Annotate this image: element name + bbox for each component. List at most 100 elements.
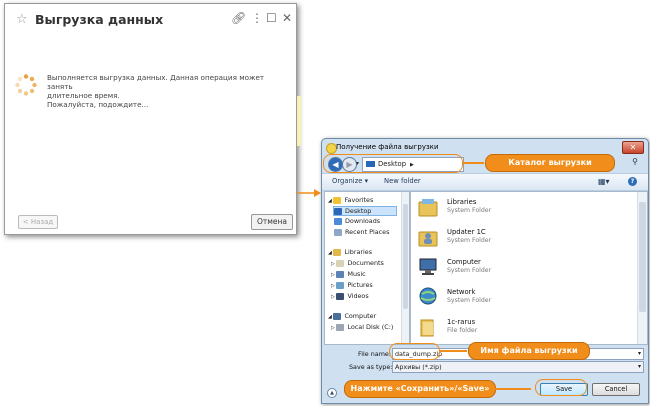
file-type: File folder: [447, 327, 478, 334]
tree-label: Music: [347, 270, 366, 278]
file-name-highlight: [389, 343, 440, 360]
spinner-icon: [15, 74, 37, 96]
save-dialog-cancel-button[interactable]: Cancel: [592, 383, 640, 396]
tree-label: Local Disk (C:): [347, 323, 394, 331]
navigation-scrollbar[interactable]: [401, 192, 409, 344]
export-dialog: ☆ Выгрузка данных 🔗︎ ⋮ ☐ ✕ Выполняется в…: [4, 3, 297, 235]
chevron-down-icon[interactable]: ▾: [638, 362, 641, 372]
file-name-arrow: [439, 350, 467, 352]
save-file-dialog: Получение файла выгрузки ✕ ◀ ▶ ▾ Desktop…: [321, 138, 649, 404]
tree-label: Computer: [344, 312, 377, 320]
file-type: System Folder: [447, 237, 492, 244]
libraries-icon: [418, 199, 438, 217]
tree-label: Libraries: [344, 248, 373, 256]
callout-press-save: Нажмите «Сохранить»/«Save»: [344, 380, 496, 398]
organize-menu[interactable]: Organize ▾: [332, 177, 368, 185]
new-folder-button[interactable]: New folder: [384, 177, 421, 185]
computer-icon: [333, 312, 342, 320]
catalog-arrow: [462, 162, 484, 164]
documents-icon: [336, 259, 345, 267]
window-close-button[interactable]: ✕: [622, 141, 644, 154]
maximize-icon[interactable]: ☐: [266, 11, 277, 25]
file-name: Updater 1C: [447, 228, 486, 236]
list-item[interactable]: Computer System Folder: [411, 254, 611, 282]
scrollbar-thumb[interactable]: [639, 202, 646, 312]
save-arrow: [495, 388, 531, 390]
tree-label: Favorites: [344, 196, 374, 204]
scrollbar-thumb[interactable]: [403, 204, 408, 309]
save-highlight: [535, 379, 587, 396]
connector-arrow: [297, 189, 321, 197]
help-icon[interactable]: ?: [628, 177, 637, 186]
tree-label: Documents: [347, 259, 384, 267]
file-type: System Folder: [447, 207, 492, 214]
star-icon: [333, 196, 342, 204]
message-line-2: длительное время.: [47, 91, 120, 100]
tree-videos[interactable]: ▷ Videos: [331, 292, 369, 300]
file-list: Libraries System Folder Updater 1C Syste…: [410, 191, 648, 345]
pictures-icon: [336, 281, 345, 289]
music-icon: [336, 270, 345, 278]
file-type: System Folder: [447, 267, 492, 274]
file-type: System Folder: [447, 297, 492, 304]
tree-desktop[interactable]: Desktop: [333, 206, 397, 216]
file-name: Libraries: [447, 198, 477, 206]
cancel-button[interactable]: Отмена: [251, 214, 293, 230]
link-icon[interactable]: 🔗︎: [231, 11, 246, 25]
file-name: 1c-rarus: [447, 318, 476, 326]
list-item[interactable]: Updater 1C System Folder: [411, 224, 611, 252]
save-type-value: Архивы (*.zip): [395, 363, 442, 371]
address-highlight: [323, 154, 463, 173]
tree-favorites[interactable]: ◢ Favorites: [328, 196, 373, 204]
background-window-edge: [297, 96, 301, 146]
user-folder-icon: [418, 231, 438, 247]
tree-recent-places[interactable]: Recent Places: [334, 228, 389, 236]
callout-file-name: Имя файла выгрузки: [468, 342, 590, 360]
folder-icon: [420, 319, 434, 337]
recent-places-icon: [334, 228, 342, 236]
close-icon[interactable]: ✕: [282, 11, 292, 25]
tree-label: Videos: [347, 292, 369, 300]
progress-message: Выполняется выгрузка данных. Данная опер…: [47, 73, 277, 109]
chevron-down-icon[interactable]: ▾: [638, 349, 641, 359]
libraries-icon: [333, 248, 342, 256]
tree-label: Downloads: [345, 217, 381, 225]
star-icon[interactable]: ☆: [16, 12, 28, 27]
save-dialog-title: Получение файла выгрузки: [336, 143, 439, 151]
hide-folders-icon[interactable]: ▲: [327, 388, 337, 398]
file-name: Computer: [447, 258, 481, 266]
file-name-label: File name:: [358, 350, 392, 358]
view-options-icon[interactable]: ▦▾: [598, 177, 610, 186]
videos-icon: [336, 292, 345, 300]
tree-libraries[interactable]: ◢ Libraries: [328, 248, 372, 256]
tree-documents[interactable]: ▷ Documents: [331, 259, 384, 267]
save-type-select[interactable]: Архивы (*.zip) ▾: [392, 361, 644, 373]
callout-catalog: Каталог выгрузки: [485, 154, 615, 172]
tree-local-disk[interactable]: ▷ Local Disk (C:): [331, 323, 393, 331]
tree-music[interactable]: ▷ Music: [331, 270, 366, 278]
computer-icon: [419, 258, 437, 275]
message-line-3: Пожалуйста, подождите...: [47, 100, 149, 109]
desktop-icon: [334, 207, 342, 215]
message-line-1: Выполняется выгрузка данных. Данная опер…: [47, 73, 265, 91]
list-item[interactable]: Network System Folder: [411, 284, 611, 312]
more-icon[interactable]: ⋮: [251, 11, 263, 25]
search-icon[interactable]: ⚲: [632, 157, 638, 166]
toolbar: Organize ▾ New folder ▦▾ ?: [322, 173, 648, 191]
tree-downloads[interactable]: Downloads: [334, 217, 380, 225]
export-dialog-title: Выгрузка данных: [35, 12, 164, 27]
downloads-icon: [334, 217, 342, 225]
tree-label: Desktop: [345, 207, 372, 215]
tree-computer[interactable]: ◢ Computer: [328, 312, 376, 320]
back-button[interactable]: < Назад: [18, 215, 58, 229]
file-list-scrollbar[interactable]: [637, 192, 647, 344]
network-icon: [419, 287, 437, 305]
disk-icon: [336, 323, 345, 331]
list-item[interactable]: 1c-rarus File folder: [411, 314, 611, 342]
tree-label: Pictures: [347, 281, 373, 289]
tree-pictures[interactable]: ▷ Pictures: [331, 281, 373, 289]
file-name: Network: [447, 288, 476, 296]
navigation-pane: ◢ Favorites Desktop Downloads Recent Pla…: [324, 191, 410, 345]
list-item[interactable]: Libraries System Folder: [411, 194, 611, 222]
save-type-label: Save as type:: [349, 363, 393, 371]
